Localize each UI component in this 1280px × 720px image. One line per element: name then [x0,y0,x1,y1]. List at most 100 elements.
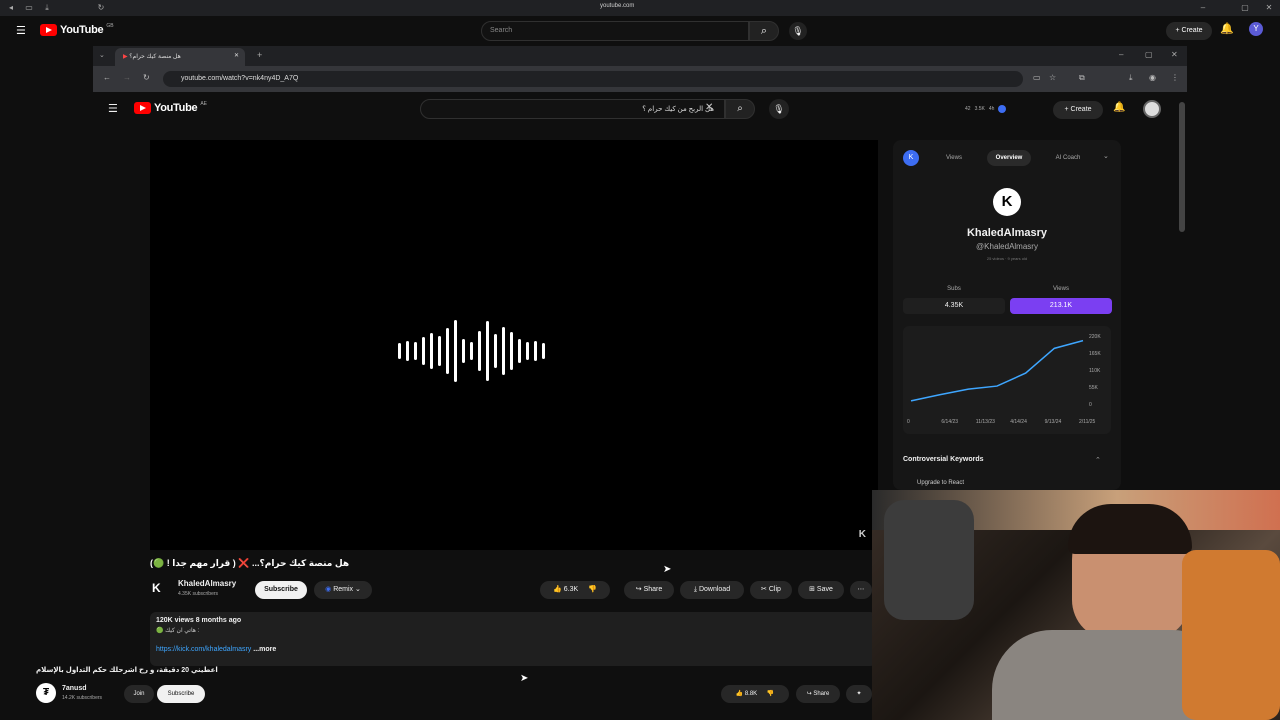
maximize-icon[interactable]: ▢ [1240,3,1250,13]
join-button[interactable]: Join [124,685,154,703]
outer-more-button[interactable]: ✦ [846,685,872,703]
like-button[interactable]: 👍 8.8K [736,691,758,697]
ext-stat: 3.5K [974,106,985,112]
dislike-button[interactable]: 👎 [588,586,597,593]
bell-icon[interactable]: 🔔 [1113,102,1125,113]
channel-name[interactable]: KhaledAlmasry [178,579,236,588]
share-icon: ↪ [806,691,812,697]
views-chart: 0 55K 110K 165K 220K 0 6/14/23 11/13/23 4/14/24 9… [903,326,1111,434]
search-button[interactable]: ⌕ [749,21,779,41]
clip-button[interactable]: ✂ Clip [750,581,792,599]
outer-video-info: اعطيني 20 دقيقة، و رح اشرحلك حكم التداول… [0,666,872,720]
share-button[interactable]: ↪ Share [624,581,674,599]
chevron-down-icon[interactable]: ⌄ [1103,152,1109,160]
analytics-panel: K Views Overview AI Coach ⌄ K KhaledAlma… [893,140,1121,490]
address-bar[interactable]: youtube.com/watch?v=nk4ny4D_A7Q [163,71,1023,87]
close-window-icon[interactable]: ✕ [1171,50,1178,59]
channel-avatar: K [993,188,1021,216]
channel-avatar[interactable]: ₮ [36,683,56,703]
outer-share-button[interactable]: ↪ Share [796,685,840,703]
tab-views[interactable]: Views [937,150,971,166]
description-link[interactable]: https://kick.com/khaledalmasry [156,646,251,653]
minimize-icon[interactable]: – [1119,50,1123,59]
save-button[interactable]: ⊞ Save [798,581,844,599]
description-box[interactable]: 120K views 8 months ago 🟢 هاتي ان كيك : … [150,612,876,666]
video-player[interactable]: K [150,140,878,550]
like-button[interactable]: 👍 6.3K [553,586,578,593]
voice-search-button[interactable]: 🎙 [769,99,789,119]
views-series-line [910,339,1084,402]
tab-ai-coach[interactable]: AI Coach [1045,150,1091,166]
back-icon[interactable]: ← [103,73,111,82]
search-input[interactable]: هل الربح من كيك حرام ؟ [420,99,725,119]
create-button[interactable]: + Create [1166,22,1212,40]
tab-close-icon[interactable]: ✕ [234,52,239,59]
voice-search-button[interactable]: 🎙 [789,22,807,40]
views-label: Views [1053,286,1069,292]
forward-icon[interactable]: → [123,73,131,82]
reload-icon[interactable]: ↻ [143,73,150,82]
subs-value[interactable]: 4.35K [903,298,1005,314]
kebab-menu-icon[interactable]: ⋮ [1171,73,1179,82]
ellipsis-icon: ⋯ [857,586,865,593]
background-chair [884,500,974,620]
bell-icon[interactable]: 🔔 [1220,22,1234,35]
back-icon[interactable]: ◂ [6,3,16,13]
download-button[interactable]: ⤓ Download [680,581,744,599]
youtube-logo[interactable]: YouTube GB [40,23,114,36]
outer-like-dislike-group: 👍 8.8K 👎 [721,685,789,703]
menu-icon[interactable]: ☰ [108,102,118,115]
share-icon: ↪ [635,586,642,593]
outer-video-title: اعطيني 20 دقيقة، و رح اشرحلك حكم التداول… [36,667,218,674]
cast-icon[interactable]: ▭ [1033,73,1041,82]
bookmark-star-icon[interactable]: ☆ [1049,73,1056,82]
more-actions-button[interactable]: ⋯ [850,581,872,599]
os-title-bar: ◂ ▭ ⤓ ↻ youtube.com – ▢ ✕ [0,0,1280,16]
tab-overview[interactable]: Overview [987,150,1031,166]
reload-icon[interactable]: ↻ [96,3,106,13]
subscribe-button[interactable]: Subscribe [255,581,307,599]
minimize-icon[interactable]: – [1198,3,1208,13]
extension-stats[interactable]: 42 3.5K 4h [965,100,1035,118]
more-link[interactable]: ...more [253,646,276,653]
thumbs-up-icon: 👍 [735,691,744,697]
outer-subscribe-button[interactable]: Subscribe [157,685,205,703]
country-code: AE [200,101,207,107]
outer-channel-name[interactable]: 7anusd [62,685,87,692]
search-button[interactable]: ⌕ [725,99,755,119]
menu-icon[interactable]: ☰ [16,24,26,37]
download-label: Download [698,586,731,593]
subs-label: Subs [947,286,961,292]
profile-icon[interactable]: ◉ [1149,73,1156,82]
scissors-icon: ✂ [761,586,767,593]
create-button[interactable]: + Create [1053,101,1103,119]
avatar[interactable]: Y [1249,22,1263,36]
thumbs-up-icon: 👍 [553,586,562,593]
inner-tab-strip: ⌄ ▶ هل منصة كيك حرام؟ ✕ + – ▢ ✕ [93,46,1187,66]
search-input[interactable]: Search [481,21,749,41]
maximize-icon[interactable]: ▢ [1145,50,1153,59]
new-tab-icon[interactable]: + [257,50,262,60]
mouse-cursor-icon: ➤ [520,673,529,684]
scrollbar[interactable] [1179,102,1185,232]
download-icon[interactable]: ⤓ [42,3,52,13]
tab-list-icon[interactable]: ⌄ [99,51,105,59]
tab-current[interactable]: ▶ هل منصة كيك حرام؟ ✕ [115,48,245,66]
window-icon[interactable]: ▭ [24,3,34,13]
avatar[interactable] [1143,100,1161,118]
extensions-icon[interactable]: ⧉ [1079,73,1085,83]
gaming-chair [1182,550,1280,720]
views-value[interactable]: 213.1K [1010,298,1112,314]
dislike-button[interactable]: 👎 [767,691,774,697]
keywords-title[interactable]: Controversial Keywords [903,456,984,463]
os-url-label: youtube.com [600,3,635,9]
inner-youtube-header: ☰ YouTube AE هل الربح من كيك حرام ؟ ✕ ⌕ … [93,92,1187,126]
remix-button[interactable]: ◉ Remix ⌄ [314,581,372,599]
keywords-upgrade-link[interactable]: Upgrade to React [917,480,964,486]
youtube-logo[interactable]: YouTube AE [134,101,207,114]
close-icon[interactable]: ✕ [1264,3,1274,13]
clear-search-icon[interactable]: ✕ [705,102,713,113]
downloads-icon[interactable]: ⤓ [1129,73,1133,83]
chevron-up-icon[interactable]: ⌃ [1095,456,1101,464]
channel-avatar[interactable]: K [152,581,170,599]
